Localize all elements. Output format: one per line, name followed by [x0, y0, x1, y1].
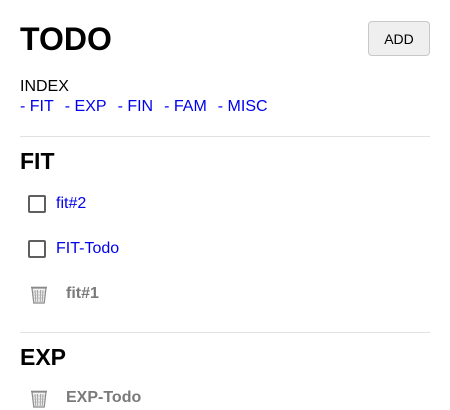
todo-item: FIT-Todo: [28, 237, 119, 261]
todo-item: fit#2: [28, 192, 86, 216]
done-todo-item: EXP-Todo: [28, 386, 141, 410]
done-todo-label: EXP-Todo: [66, 389, 142, 406]
section-title-exp: EXP: [20, 344, 67, 370]
section-divider: [20, 332, 430, 333]
todo-link[interactable]: fit#2: [56, 195, 86, 213]
index-link-fit[interactable]: - FIT: [20, 98, 54, 115]
checkbox-icon[interactable]: [28, 195, 46, 213]
trash-icon[interactable]: [28, 283, 50, 305]
checkbox-icon[interactable]: [28, 240, 46, 258]
index-nav: - FIT - EXP - FIN - FAM - MISC: [20, 97, 279, 116]
index-link-misc[interactable]: - MISC: [218, 98, 268, 115]
index-label: INDEX: [20, 78, 69, 95]
add-button[interactable]: ADD: [368, 21, 430, 56]
page-title: TODO: [20, 21, 112, 57]
done-todo-label: fit#1: [66, 285, 99, 302]
section-title-fit: FIT: [20, 148, 55, 174]
index-link-fam[interactable]: - FAM: [164, 98, 207, 115]
index-link-fin[interactable]: - FIN: [118, 98, 154, 115]
index-link-exp[interactable]: - EXP: [65, 98, 107, 115]
trash-icon[interactable]: [28, 387, 50, 409]
section-divider: [20, 136, 430, 137]
todo-link[interactable]: FIT-Todo: [56, 240, 119, 258]
done-todo-item: fit#1: [28, 282, 99, 306]
